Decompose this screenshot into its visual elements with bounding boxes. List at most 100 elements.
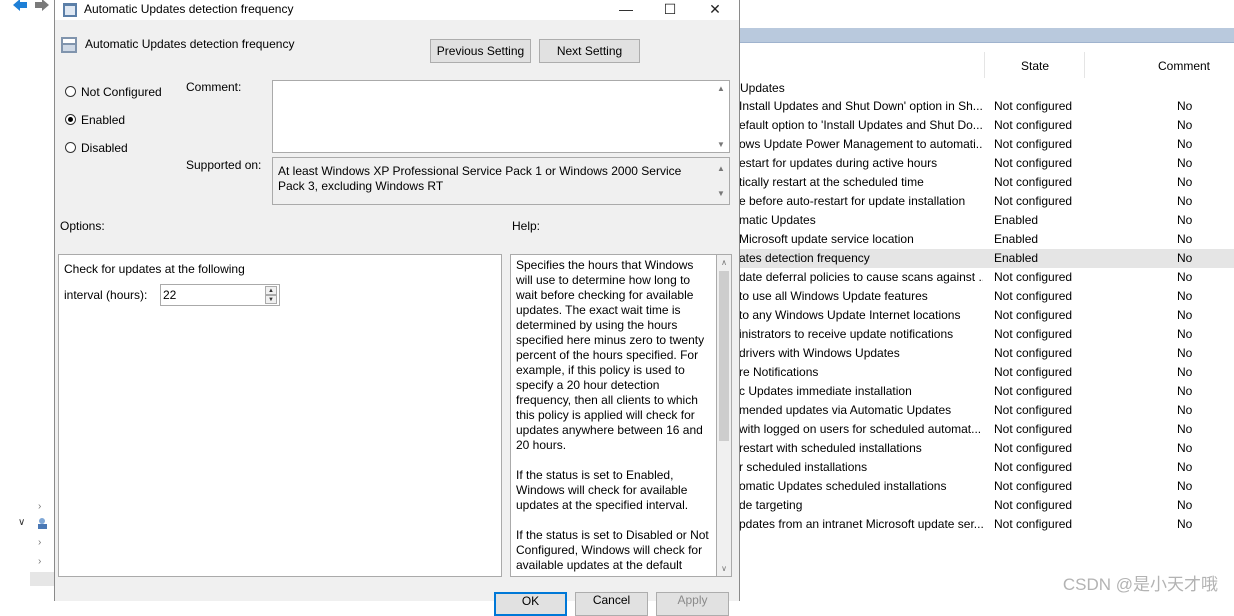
policy-row[interactable]: Microsoft update service location Enabled… <box>739 230 1234 249</box>
radio-disabled-label[interactable]: Disabled <box>81 141 128 155</box>
policy-row[interactable]: efault option to 'Install Updates and Sh… <box>739 116 1234 135</box>
policy-row-state: Not configured <box>994 403 1073 417</box>
policy-row[interactable]: estart for updates during active hours No… <box>739 154 1234 173</box>
policy-row[interactable]: to any Windows Update Internet locations… <box>739 306 1234 325</box>
policy-row-name: ows Update Power Management to automati.… <box>739 137 983 151</box>
policy-row-comment: No <box>1177 308 1193 322</box>
policy-row[interactable]: ates detection frequency Enabled No <box>739 249 1234 268</box>
policy-row-state: Enabled <box>994 251 1039 265</box>
policy-row-comment: No <box>1177 175 1193 189</box>
policy-row[interactable]: omatic Updates scheduled installations No… <box>739 477 1234 496</box>
column-separator[interactable] <box>984 52 985 78</box>
radio-not-configured[interactable] <box>65 86 76 97</box>
ok-button[interactable]: OK <box>494 592 567 616</box>
policy-row-name: de targeting <box>739 498 803 512</box>
interval-stepper[interactable]: 22 ▲ ▼ <box>160 284 280 306</box>
previous-setting-button[interactable]: Previous Setting <box>430 39 531 63</box>
policy-row-name: with logged on users for scheduled autom… <box>739 422 982 436</box>
policy-row[interactable]: to use all Windows Update features Not co… <box>739 287 1234 306</box>
supported-on-value: At least Windows XP Professional Service… <box>278 164 682 193</box>
help-scrollbar[interactable]: ∧ ∨ <box>717 254 732 577</box>
policy-row-comment: No <box>1177 384 1193 398</box>
scroll-up-icon[interactable]: ∧ <box>717 258 731 267</box>
policy-row-state: Not configured <box>994 365 1073 379</box>
forward-arrow-icon[interactable] <box>34 0 50 12</box>
policy-row[interactable]: date deferral policies to cause scans ag… <box>739 268 1234 287</box>
column-separator[interactable] <box>1084 52 1085 78</box>
policy-row-state: Enabled <box>994 232 1039 246</box>
policy-row-state: Not configured <box>994 175 1073 189</box>
cancel-button[interactable]: Cancel <box>575 592 648 616</box>
next-setting-button[interactable]: Next Setting <box>539 39 640 63</box>
apply-button[interactable]: Apply <box>656 592 729 616</box>
policy-row-comment: No <box>1177 422 1193 436</box>
policy-row[interactable]: mended updates via Automatic Updates Not … <box>739 401 1234 420</box>
policy-row-state: Not configured <box>994 99 1073 113</box>
scroll-down-icon[interactable]: ▼ <box>714 140 728 149</box>
help-scrollbar-thumb[interactable] <box>719 271 729 441</box>
help-paragraph: If the status is set to Enabled, Windows… <box>516 468 689 512</box>
radio-enabled[interactable] <box>65 114 76 125</box>
policy-row-name: e before auto-restart for update install… <box>739 194 966 208</box>
tree-expand-icon[interactable]: › <box>38 501 41 512</box>
policy-row-state: Not configured <box>994 346 1073 360</box>
policy-row-name: efault option to 'Install Updates and Sh… <box>739 118 983 132</box>
policy-row-comment: No <box>1177 118 1193 132</box>
policy-row-state: Not configured <box>994 194 1073 208</box>
tree-expand-icon[interactable]: › <box>38 537 41 548</box>
radio-disabled[interactable] <box>65 142 76 153</box>
policy-row[interactable]: de targeting Not configured No <box>739 496 1234 515</box>
column-header-comment[interactable]: Comment <box>1158 59 1210 73</box>
policy-row[interactable]: drivers with Windows Updates Not configur… <box>739 344 1234 363</box>
policy-row-comment: No <box>1177 441 1193 455</box>
policy-name: Automatic Updates detection frequency <box>85 37 295 51</box>
policy-row[interactable]: matic Updates Enabled No <box>739 211 1234 230</box>
policy-row[interactable]: with logged on users for scheduled autom… <box>739 420 1234 439</box>
supported-on-text: At least Windows XP Professional Service… <box>272 157 730 205</box>
policy-row[interactable]: e before auto-restart for update install… <box>739 192 1234 211</box>
radio-enabled-label[interactable]: Enabled <box>81 113 125 127</box>
tree-expand-icon[interactable]: › <box>38 556 41 567</box>
policy-row[interactable]: Install Updates and Shut Down' option in… <box>739 97 1234 116</box>
policy-row[interactable]: restart with scheduled installations Not … <box>739 439 1234 458</box>
maximize-icon[interactable]: ☐ <box>648 0 692 20</box>
policy-node-icon <box>36 517 49 530</box>
tree-collapse-icon[interactable]: ∨ <box>18 517 25 528</box>
policy-row[interactable]: ows Update Power Management to automati.… <box>739 135 1234 154</box>
scroll-up-icon[interactable]: ▲ <box>714 161 728 176</box>
minimize-icon[interactable]: — <box>604 0 648 20</box>
editor-heading-band <box>739 28 1234 43</box>
policy-row-state: Not configured <box>994 289 1073 303</box>
policy-row[interactable]: tically restart at the scheduled time Not… <box>739 173 1234 192</box>
radio-not-configured-label[interactable]: Not Configured <box>81 85 162 99</box>
policy-row-state: Not configured <box>994 327 1073 341</box>
tree-horizontal-scrollbar[interactable] <box>30 572 54 586</box>
options-label: Options: <box>60 219 105 233</box>
close-icon[interactable]: ✕ <box>693 0 737 20</box>
options-panel: Check for updates at the following inter… <box>58 254 502 577</box>
column-header-state[interactable]: State <box>1021 59 1049 73</box>
back-arrow-icon[interactable] <box>12 0 28 12</box>
policy-row-comment: No <box>1177 194 1193 208</box>
policy-row[interactable]: re Notifications Not configured No <box>739 363 1234 382</box>
stepper-down-icon[interactable]: ▼ <box>265 295 277 304</box>
scroll-down-icon[interactable]: ▼ <box>714 186 728 201</box>
policy-row-state: Not configured <box>994 118 1073 132</box>
policy-row[interactable]: inistrators to receive update notificati… <box>739 325 1234 344</box>
policy-row[interactable]: r scheduled installations Not configured N… <box>739 458 1234 477</box>
policy-row-name: mended updates via Automatic Updates <box>739 403 952 417</box>
policy-row-comment: No <box>1177 346 1193 360</box>
policy-row[interactable]: c Updates immediate installation Not conf… <box>739 382 1234 401</box>
policy-row[interactable]: pdates from an intranet Microsoft update… <box>739 515 1234 534</box>
policy-row-name: ates detection frequency <box>739 251 870 265</box>
stepper-up-icon[interactable]: ▲ <box>265 286 277 295</box>
policy-row-state: Not configured <box>994 517 1073 531</box>
scroll-up-icon[interactable]: ▲ <box>714 84 728 93</box>
policy-row-comment: No <box>1177 99 1193 113</box>
comment-textbox[interactable]: ▲ ▼ <box>272 80 730 153</box>
interval-value[interactable]: 22 <box>163 288 176 302</box>
scroll-down-icon[interactable]: ∨ <box>717 564 731 573</box>
navigation-tree <box>10 18 55 588</box>
policy-row-comment: No <box>1177 517 1193 531</box>
policy-row-state: Enabled <box>994 213 1039 227</box>
